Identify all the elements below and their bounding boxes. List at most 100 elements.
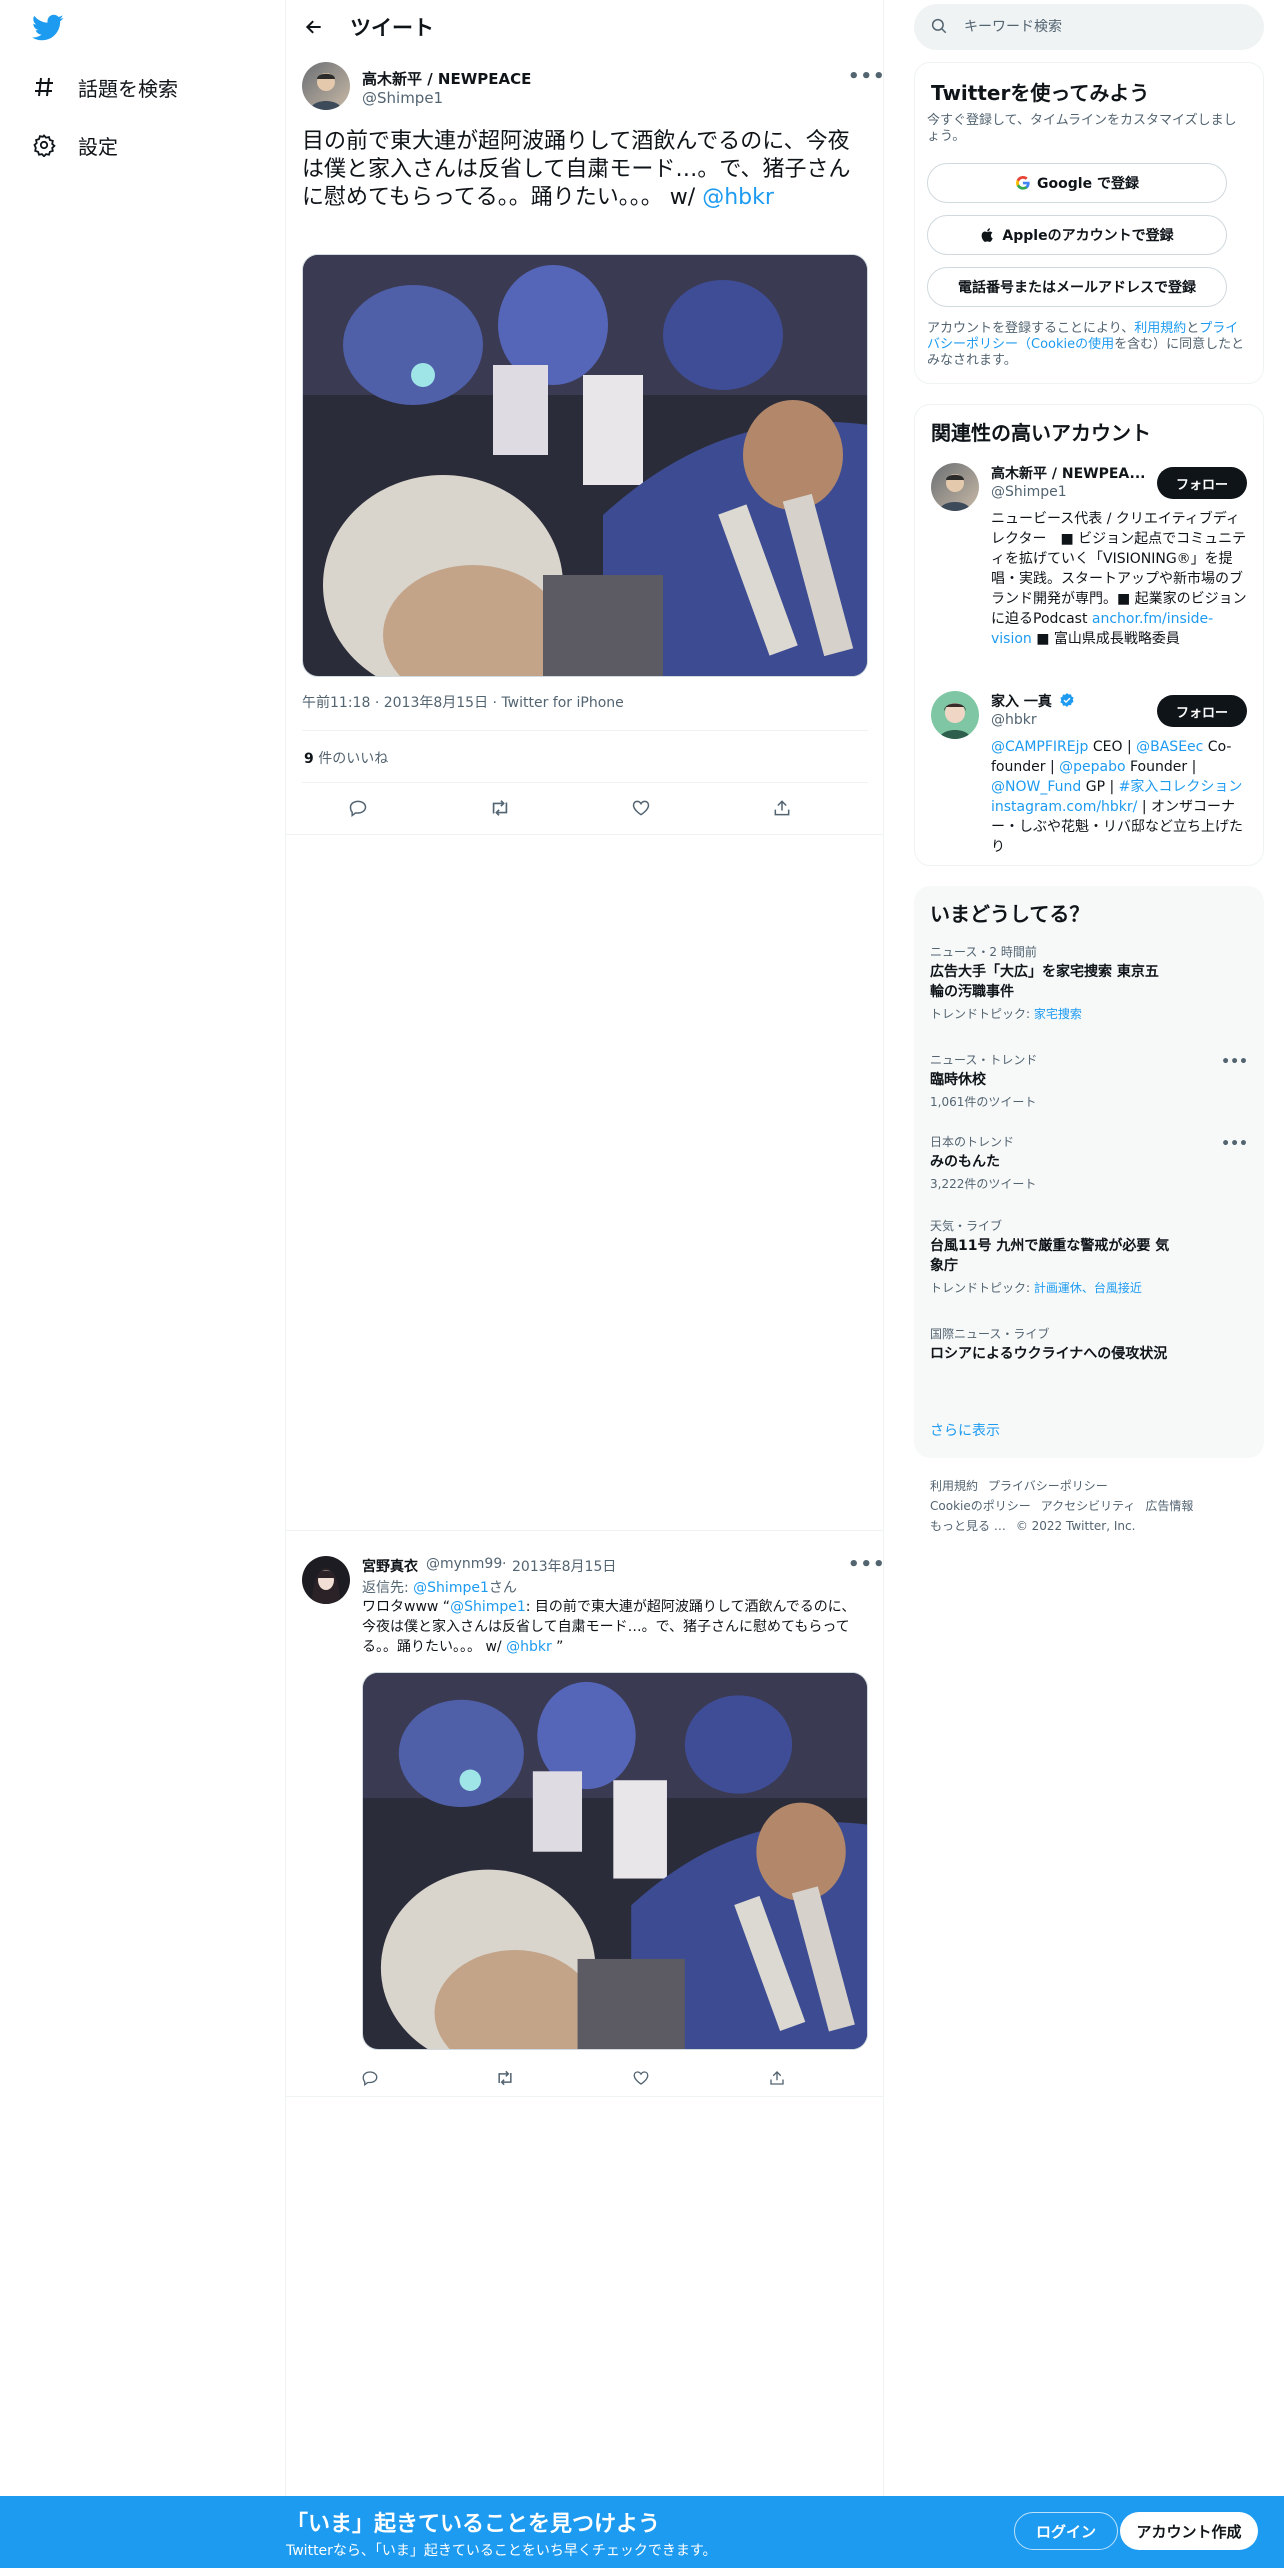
footer-link[interactable]: アクセシビリティ <box>1041 1499 1136 1513</box>
reply-author-name[interactable]: 宮野真衣 <box>362 1556 418 1576</box>
bio-link[interactable]: @BASEec <box>1136 739 1203 755</box>
bottom-signup-bar: 「いま」起きていることを見つけよう Twitterなら、「いま」起きていることを… <box>0 2496 1284 2568</box>
reply-author-handle[interactable]: @mynm99 <box>426 1556 502 1572</box>
tweet-date[interactable]: 2013年8月15日 <box>384 695 488 711</box>
signup-button[interactable]: アカウント作成 <box>1120 2512 1258 2550</box>
trend-category: ニュース・トレンド <box>930 1053 1038 1067</box>
footer-link[interactable]: もっと見る … <box>930 1519 1006 1533</box>
divider <box>286 834 884 835</box>
reply-icon[interactable] <box>356 2064 384 2092</box>
header: ツイート <box>286 0 884 54</box>
avatar[interactable] <box>931 691 979 739</box>
like-icon[interactable] <box>627 794 655 822</box>
mention-link[interactable]: @Shimpe1 <box>450 1599 526 1615</box>
bio-text: GP | <box>1081 779 1119 795</box>
login-button[interactable]: ログイン <box>1014 2512 1118 2550</box>
nav-item-explore[interactable]: 話題を検索 <box>30 67 178 107</box>
tweet-photo[interactable] <box>302 254 868 677</box>
bio-text: ニュービース代表 / クリエイティブディレクター ■ ビジョン起点でコミュニティ… <box>991 511 1247 627</box>
footer-link[interactable]: 広告情報 <box>1145 1499 1193 1513</box>
google-signup-button[interactable]: Google で登録 <box>927 163 1227 203</box>
twitter-bird-icon[interactable] <box>32 14 64 44</box>
bio-link[interactable]: instagram.com/hbkr/ <box>991 799 1137 815</box>
avatar[interactable] <box>931 463 979 511</box>
separator: · <box>502 1556 507 1572</box>
terms-link[interactable]: 利用規約 <box>1134 321 1186 336</box>
share-icon[interactable] <box>763 2064 791 2092</box>
trend-subtitle: 3,222件のツイート <box>930 1177 1037 1191</box>
retweet-icon[interactable] <box>491 2064 519 2092</box>
account-handle[interactable]: @Shimpe1 <box>991 484 1067 500</box>
bio-link[interactable]: @NOW_Fund <box>991 779 1081 795</box>
signup-title: Twitterを使ってみよう <box>931 81 1150 105</box>
terms-text: アカウントを登録することにより、 <box>927 321 1135 336</box>
apple-signup-button[interactable]: Appleのアカウントで登録 <box>927 215 1227 255</box>
trend-subtitle: トレンドトピック: 計画運休、台風接近 <box>930 1280 1248 1296</box>
footer-link[interactable]: プライバシーポリシー <box>988 1479 1108 1493</box>
phone-email-signup-label: 電話番号またはメールアドレスで登録 <box>958 280 1196 296</box>
main-column: ツイート 高木新平 / NEWPEACE @Shimpe1 ••• 目の前で東大… <box>286 0 886 2500</box>
trend-item[interactable]: 国際ニュース・ライブ ロシアによるウクライナへの侵攻状況 <box>930 1326 1248 1364</box>
bio-link[interactable]: @pepabo <box>1059 759 1125 775</box>
signup-subtitle: 今すぐ登録して、タイムラインをカスタマイズしましょう。 <box>927 113 1237 144</box>
author-handle[interactable]: @Shimpe1 <box>362 89 443 107</box>
share-icon[interactable] <box>768 794 796 822</box>
account-handle[interactable]: @hbkr <box>991 712 1037 728</box>
page-title: ツイート <box>350 16 434 40</box>
trend-sub-prefix: トレンドトピック: <box>930 1281 1034 1295</box>
trend-topic-link[interactable]: 計画運休、台風接近 <box>1034 1281 1142 1295</box>
mention-link[interactable]: @hbkr <box>506 1639 552 1655</box>
trend-item[interactable]: 天気・ライブ 台風11号 九州で厳重な警戒が必要 気象庁 トレンドトピック: 計… <box>930 1218 1248 1296</box>
likes-number: 9 <box>304 751 314 767</box>
search-bar[interactable] <box>914 4 1264 50</box>
show-more-link[interactable]: さらに表示 <box>930 1420 1000 1440</box>
footer-link[interactable]: 利用規約 <box>930 1479 978 1493</box>
apple-signup-label: Appleのアカウントで登録 <box>1002 228 1174 244</box>
search-input[interactable] <box>964 19 1234 35</box>
bio-link[interactable]: @CAMPFIREjp <box>991 739 1088 755</box>
bio-text: CEO | <box>1088 739 1137 755</box>
divider <box>286 2096 884 2097</box>
nav-item-settings[interactable]: 設定 <box>30 125 118 165</box>
account-name[interactable]: 高木新平 / NEWPEA... <box>991 463 1145 483</box>
arrow-left-icon[interactable] <box>294 7 334 47</box>
trend-item[interactable]: ニュース・トレンド 臨時休校 1,061件のツイート ••• <box>930 1052 1248 1110</box>
related-accounts-card: 関連性の高いアカウント 高木新平 / NEWPEA... @Shimpe1 フォ… <box>914 404 1264 866</box>
tweet-source[interactable]: Twitter for iPhone <box>501 695 623 711</box>
tweet-text: 目の前で東大連が超阿波踊りして酒飲んでるのに、今夜は僕と家入さんは反省して自粛モ… <box>302 128 868 212</box>
retweet-icon[interactable] <box>486 794 514 822</box>
reply-date[interactable]: 2013年8月15日 <box>512 1556 616 1576</box>
trend-title: 台風11号 九州で厳重な警戒が必要 気象庁 <box>930 1238 1170 1274</box>
account-name[interactable]: 家入 一真 <box>991 691 1075 711</box>
more-icon[interactable]: ••• <box>1221 1136 1248 1152</box>
more-icon[interactable]: ••• <box>848 1554 886 1575</box>
trend-subtitle: 1,061件のツイート <box>930 1095 1037 1109</box>
avatar[interactable] <box>302 62 350 110</box>
more-icon[interactable]: ••• <box>1221 1054 1248 1070</box>
phone-email-signup-button[interactable]: 電話番号またはメールアドレスで登録 <box>927 267 1227 307</box>
follow-button[interactable]: フォロー <box>1157 467 1247 499</box>
likes-count[interactable]: 9 件のいいね <box>304 748 388 768</box>
reply-icon[interactable] <box>344 794 372 822</box>
reply-text-part: ワロタwww “ <box>362 1599 451 1615</box>
reply-to-handle[interactable]: @Shimpe1 <box>413 1580 489 1596</box>
bio-text: Founder | <box>1125 759 1197 775</box>
trend-item[interactable]: 日本のトレンド みのもんた 3,222件のツイート ••• <box>930 1134 1248 1192</box>
trend-category: 国際ニュース・ライブ <box>930 1327 1050 1341</box>
trends-card: いまどうしてる？ ニュース・2 時間前 広告大手「大広」を家宅捜索 東京五輪の汚… <box>914 886 1264 1458</box>
tweet-meta: 午前11:18 · 2013年8月15日 · Twitter for iPhon… <box>302 692 624 712</box>
trend-topic-link[interactable]: 家宅捜索 <box>1034 1007 1082 1021</box>
author-name[interactable]: 高木新平 / NEWPEACE <box>362 68 531 89</box>
follow-button[interactable]: フォロー <box>1157 695 1247 727</box>
footer-link[interactable]: Cookieのポリシー <box>930 1499 1031 1513</box>
avatar[interactable] <box>302 1556 350 1604</box>
more-icon[interactable]: ••• <box>848 66 886 87</box>
mention-link[interactable]: @hbkr <box>702 185 774 210</box>
reply-photo[interactable] <box>362 1672 868 2050</box>
bio-link[interactable]: #家入コレクション <box>1119 779 1243 795</box>
trend-title: 広告大手「大広」を家宅捜索 東京五輪の汚職事件 <box>930 964 1159 1000</box>
tweet-time[interactable]: 午前11:18 <box>302 695 370 711</box>
like-icon[interactable] <box>627 2064 655 2092</box>
separator: · <box>374 695 380 711</box>
trend-item[interactable]: ニュース・2 時間前 広告大手「大広」を家宅捜索 東京五輪の汚職事件 トレンドト… <box>930 944 1248 1022</box>
